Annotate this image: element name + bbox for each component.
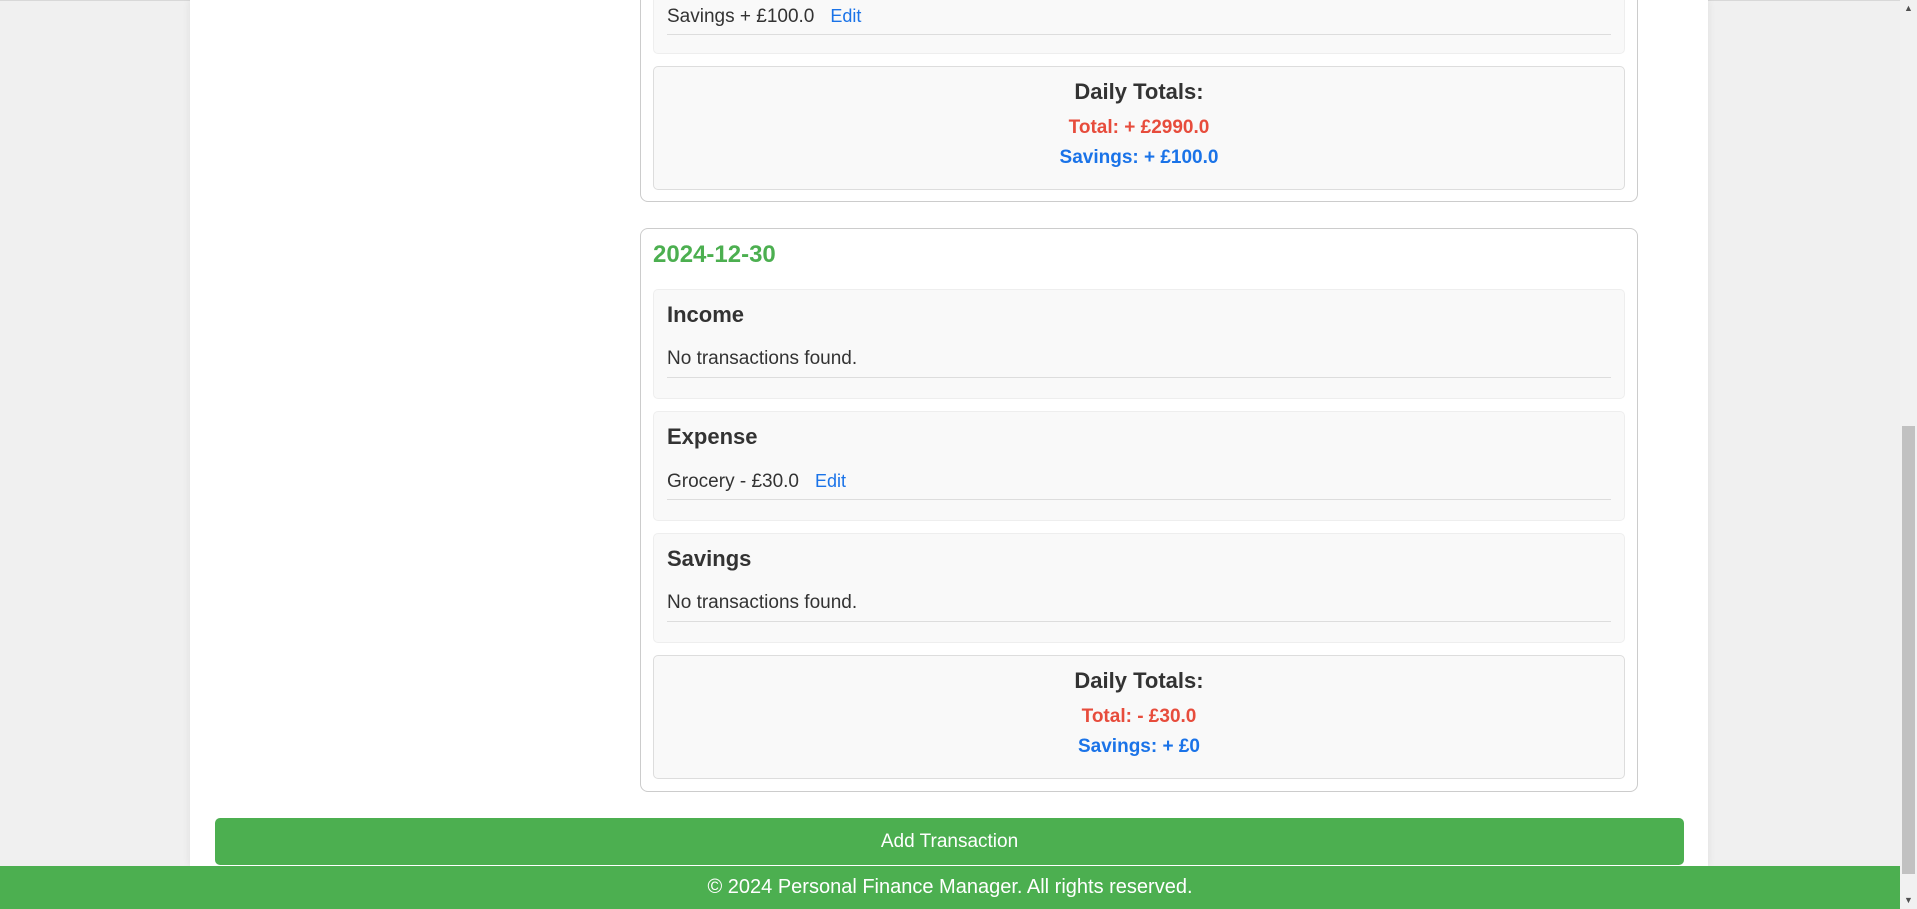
day-card-2024-12-30: 2024-12-30 Income No transactions found.… <box>640 228 1638 792</box>
section-savings: Savings No transactions found. <box>653 533 1625 643</box>
section-title-expense: Expense <box>667 424 758 449</box>
section-title-savings: Savings <box>667 546 752 571</box>
vertical-scrollbar[interactable]: ▲ ▼ <box>1900 0 1917 909</box>
scroll-down-arrow-icon[interactable]: ▼ <box>1900 892 1917 909</box>
section-title-income: Income <box>667 302 745 327</box>
no-transactions-text: No transactions found. <box>667 348 858 369</box>
edit-link[interactable]: Edit <box>815 471 846 491</box>
browser-viewport: Savings + £100.0 Edit Daily Totals: Total… <box>0 0 1917 909</box>
edit-link[interactable]: Edit <box>830 6 861 26</box>
daily-total-value: Total: + £2990.0 <box>1068 117 1210 138</box>
main-container: Savings + £100.0 Edit Daily Totals: Total… <box>190 0 1708 866</box>
daily-totals-title: Daily Totals: <box>1074 79 1204 104</box>
section-income: Income No transactions found. <box>653 289 1625 399</box>
section-savings-previous: Savings + £100.0 Edit <box>653 0 1625 54</box>
daily-totals-previous: Daily Totals: Total: + £2990.0 Savings: … <box>653 66 1625 190</box>
footer: © 2024 Personal Finance Manager. All rig… <box>0 866 1900 909</box>
transaction-row: No transactions found. <box>667 348 1611 378</box>
transaction-text: Grocery - £30.0 <box>667 471 799 492</box>
daily-savings-value: Savings: + £0 <box>1078 736 1200 757</box>
daily-totals: Daily Totals: Total: - £30.0 Savings: + … <box>653 655 1625 779</box>
transaction-row: Grocery - £30.0 Edit <box>667 470 1611 500</box>
transaction-row: No transactions found. <box>667 592 1611 622</box>
day-date: 2024-12-30 <box>653 241 776 268</box>
daily-savings-value: Savings: + £100.0 <box>1059 147 1219 168</box>
transaction-row: Savings + £100.0 Edit <box>667 5 1611 35</box>
no-transactions-text: No transactions found. <box>667 592 858 613</box>
daily-total-value: Total: - £30.0 <box>1081 706 1197 727</box>
daily-totals-title: Daily Totals: <box>1074 668 1204 693</box>
transaction-text: Savings + £100.0 <box>667 6 815 27</box>
day-card-previous: Savings + £100.0 Edit Daily Totals: Total… <box>640 0 1638 202</box>
add-transaction-button[interactable]: Add Transaction <box>215 818 1684 865</box>
scroll-up-arrow-icon[interactable]: ▲ <box>1900 0 1917 17</box>
scrollbar-thumb[interactable] <box>1902 426 1915 874</box>
section-expense: Expense Grocery - £30.0 Edit <box>653 411 1625 521</box>
footer-copyright: © 2024 Personal Finance Manager. All rig… <box>707 876 1193 898</box>
